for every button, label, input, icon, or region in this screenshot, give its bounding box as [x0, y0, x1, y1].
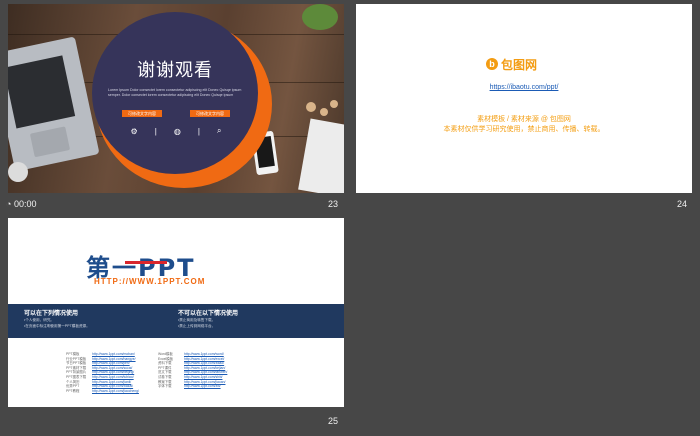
slide-thumbnail-25[interactable]: 第一PPT HTTP://WWW.1PPT.COM 可以在下列情况使用 •个人使…	[8, 218, 344, 407]
link-row: PPT教程 http://www.1ppt.com/jiaocheng/	[66, 389, 139, 394]
links-left: PPT模板 http://www.1ppt.com/moban/行业PPT模板 ht…	[66, 352, 139, 393]
slide-title: 谢谢观看	[137, 60, 213, 81]
plant-image	[302, 4, 338, 30]
cup-image	[8, 162, 28, 182]
coin-image	[330, 100, 338, 108]
forbidden-line: •禁止上传到网络平台。	[178, 324, 216, 328]
search-icon: ⌕	[216, 126, 222, 135]
allowed-heading: 可以在下列情况使用	[24, 311, 79, 317]
slide-number-25: 25	[328, 416, 339, 426]
gear-icon: ⚙	[130, 126, 138, 136]
link-label: PPT教程	[66, 388, 80, 393]
slide-button-2: 可修改文字内容	[190, 110, 230, 117]
link-row: 字体下载 http://www.1ppt.com/ziti/	[158, 384, 227, 389]
timer-value: 00:00	[13, 199, 37, 209]
baotu-logo-text: 包图网	[501, 57, 538, 72]
copyright-line-1: 素材模板 / 素材来源 @ 包图网	[477, 116, 571, 123]
divider: |	[154, 126, 157, 136]
globe-icon: ◍	[173, 126, 181, 136]
baotu-logo-icon: b	[486, 58, 498, 70]
slide-icon-row: ⚙ | ◍ | ⌕	[122, 126, 230, 136]
timer-icon: ◔	[6, 199, 14, 209]
slide-number-23: 23	[328, 199, 339, 209]
forbidden-line: •禁止商用及转售下载。	[178, 318, 216, 322]
link-url[interactable]: http://www.1ppt.com/jiaocheng/	[92, 389, 139, 394]
baotu-url-link[interactable]: https://ibaotu.com/ppt/	[356, 84, 692, 91]
forbidden-heading: 不可以在以下情况使用	[178, 311, 239, 317]
baotu-logo: b 包图网	[486, 56, 566, 72]
allowed-line: •个人使用，研究。	[24, 318, 55, 322]
allowed-line: •在页面中标注明使用第一PPT模板资源。	[24, 324, 90, 328]
copyright-line-2: 本素材仅供学习研究使用，禁止商用、传播、转载。	[443, 126, 605, 133]
links-right: Word模板 http://www.1ppt.com/word/Excel模板 ht…	[158, 352, 227, 389]
coin-image	[306, 102, 316, 112]
slide-timer: ◔ 00:00	[6, 199, 36, 209]
slide-number-24: 24	[677, 199, 688, 209]
link-label: 字体下载	[158, 384, 172, 389]
1ppt-url: HTTP://WWW.1PPT.COM	[94, 277, 206, 286]
slide-thumbnail-23[interactable]: 谢谢观看 Lorem Ipsum Dolor consectet lorem c…	[8, 4, 344, 193]
usage-band: 可以在下列情况使用 •个人使用，研究。 •在页面中标注明使用第一PPT模板资源。…	[8, 304, 344, 338]
link-url[interactable]: http://www.1ppt.com/ziti/	[184, 384, 221, 389]
slide-thumbnail-24[interactable]: b 包图网 https://ibaotu.com/ppt/ 素材模板 / 素材来…	[356, 4, 692, 193]
headline-accent-bar	[125, 261, 167, 264]
divider: |	[197, 126, 200, 136]
slide-button-1: 可修改文字内容	[122, 110, 162, 117]
lorem-text: Lorem Ipsum Dolor consectet lorem consec…	[108, 88, 242, 97]
coin-image	[320, 108, 328, 116]
